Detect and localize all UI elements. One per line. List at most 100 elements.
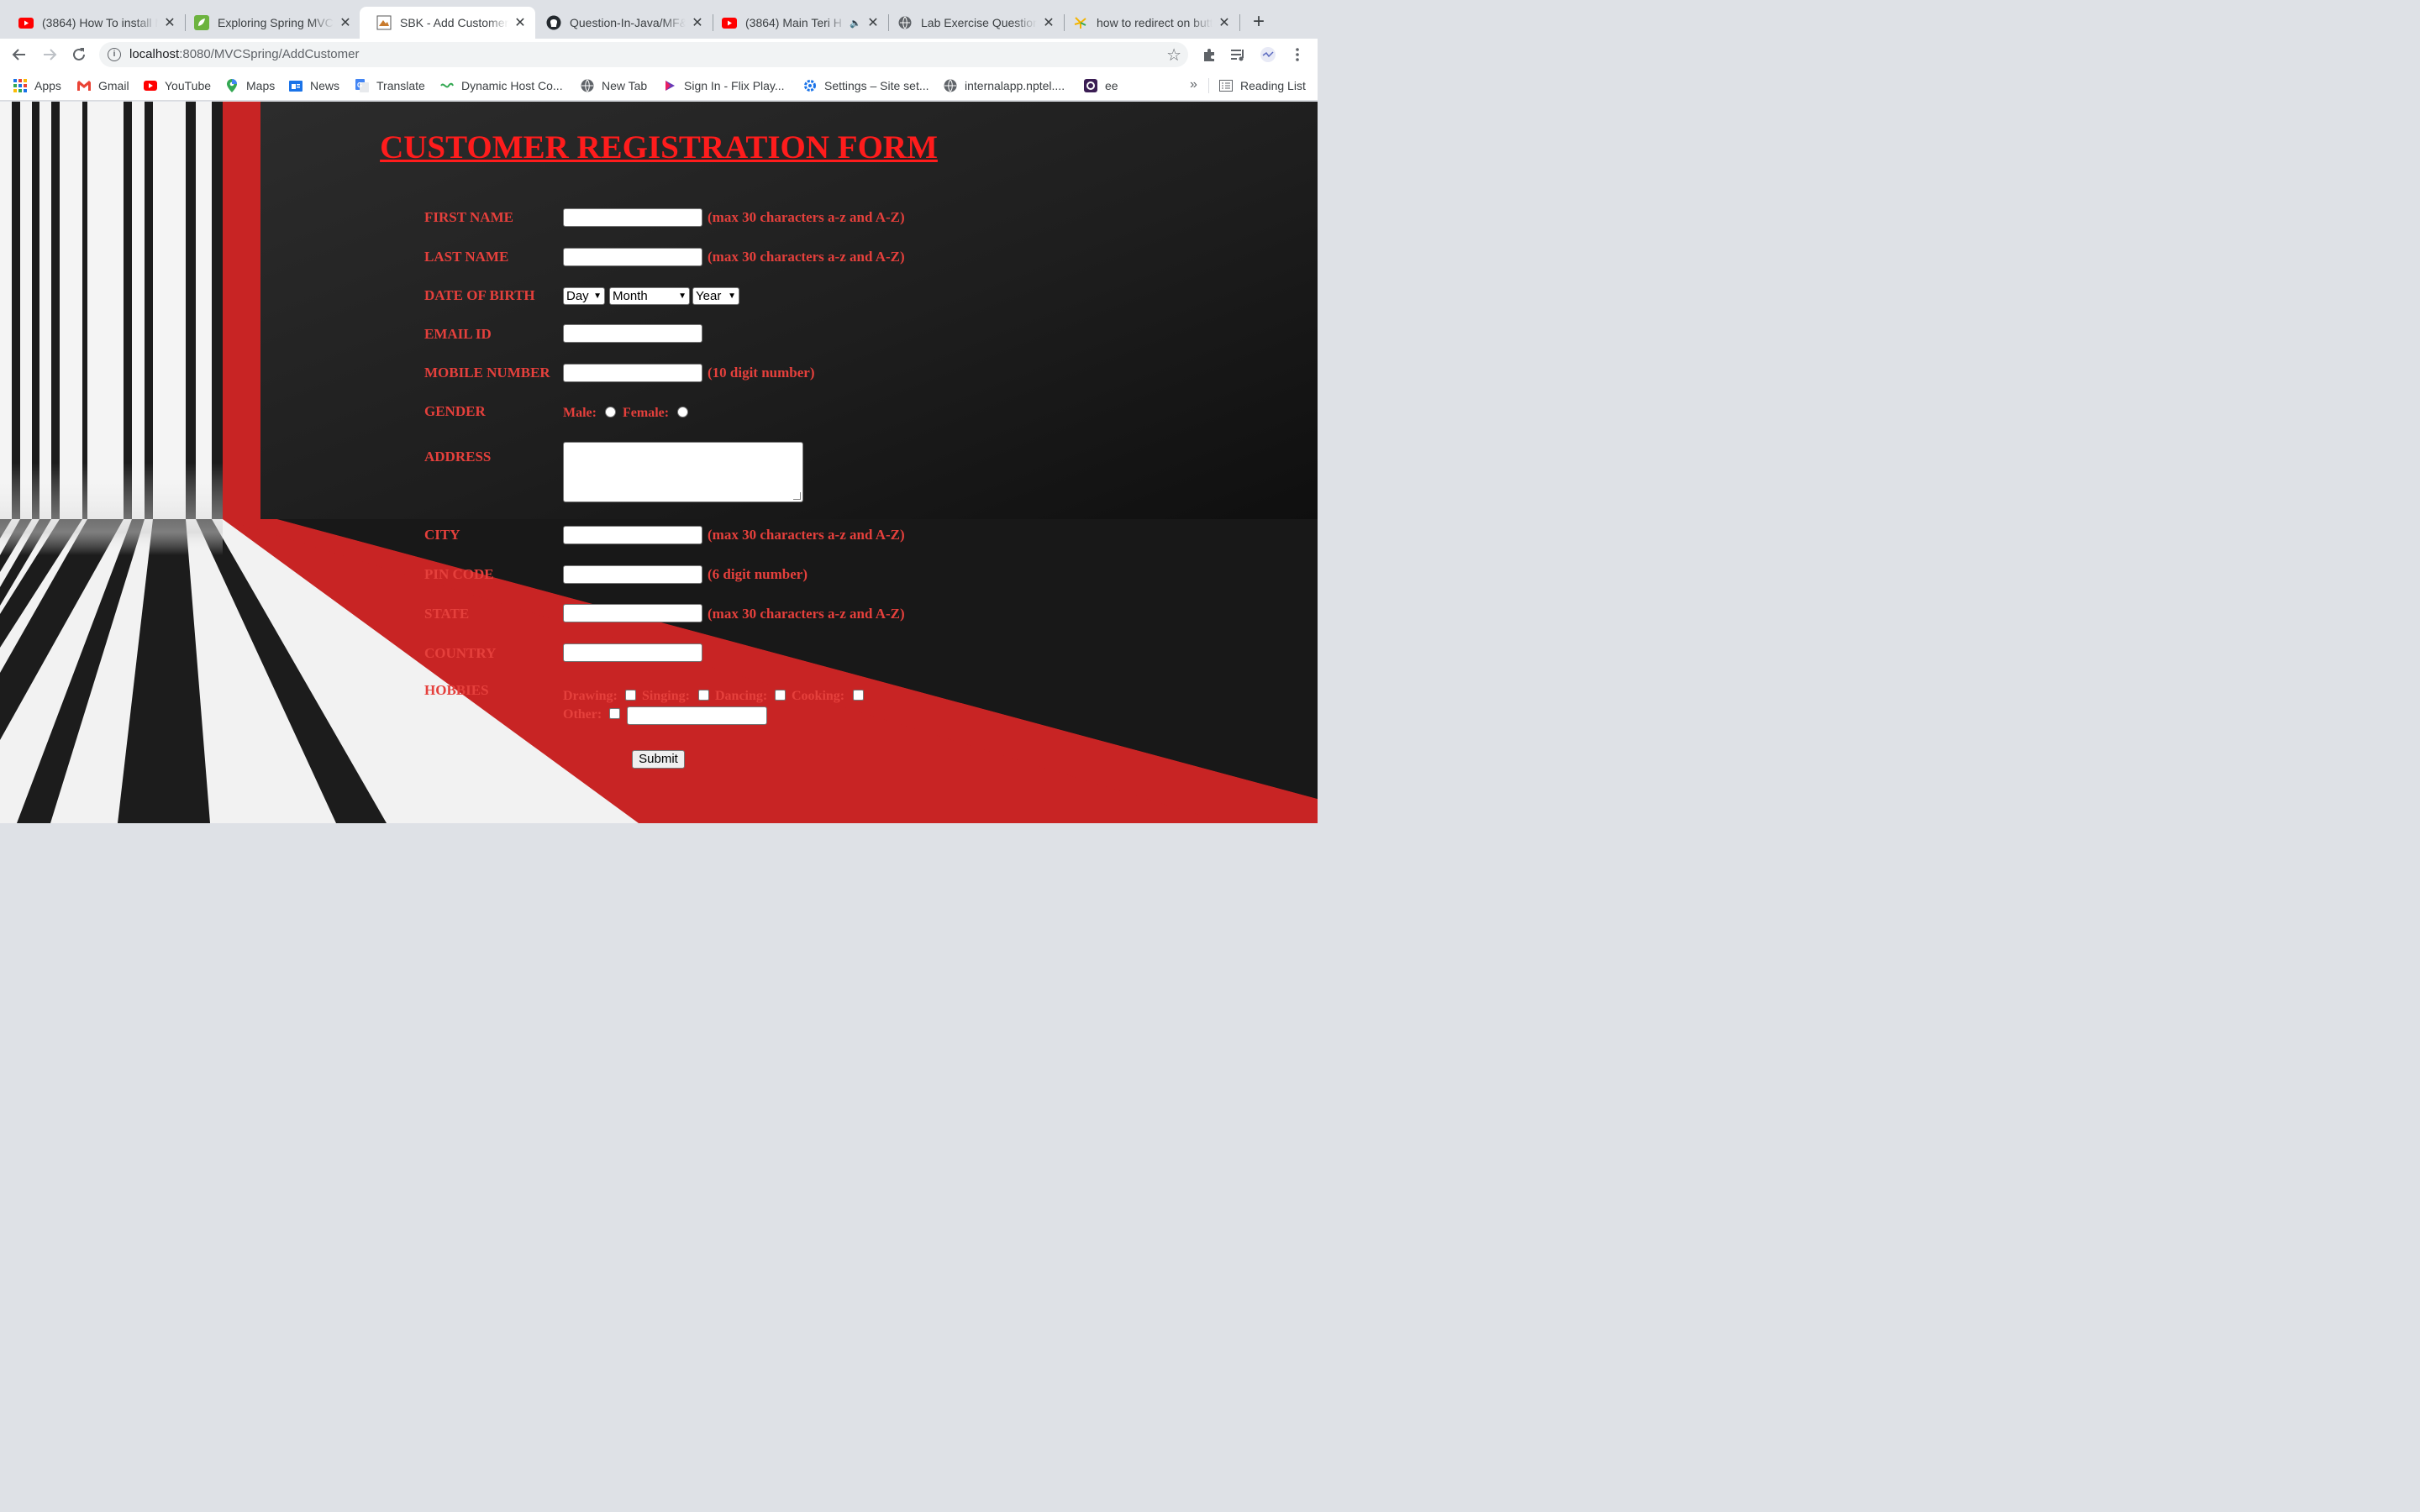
form-title: CUSTOMER REGISTRATION FORM — [380, 129, 938, 165]
site-info-icon[interactable]: i — [108, 48, 121, 61]
dob-day-select[interactable]: Day ▼ — [563, 287, 605, 305]
email-label: EMAIL ID — [424, 326, 492, 342]
forward-arrow-icon[interactable] — [40, 45, 59, 64]
gmail-icon — [77, 79, 91, 92]
bookmark-label: Settings – Site set... — [824, 79, 929, 92]
email-input[interactable] — [563, 324, 702, 343]
profile-avatar-icon[interactable] — [1260, 46, 1276, 63]
bookmark-flix-play[interactable]: Sign In - Flix Play... — [663, 78, 785, 93]
city-hint: (max 30 characters a-z and A-Z) — [708, 527, 905, 543]
bookmark-dynamic-host[interactable]: Dynamic Host Co... — [440, 78, 563, 93]
dob-year-select[interactable]: Year ▼ — [692, 287, 739, 305]
tab-youtube-install[interactable]: (3864) How To install M ✕ — [2, 7, 185, 39]
close-icon[interactable]: ✕ — [866, 14, 880, 31]
hobby-other-checkbox[interactable] — [609, 708, 620, 719]
tab-lab-exercise[interactable]: Lab Exercise Question ✕ — [881, 7, 1064, 39]
gender-male-radio[interactable] — [605, 407, 616, 417]
apps-grid-icon — [13, 79, 27, 92]
bookmark-youtube[interactable]: YouTube — [144, 78, 211, 93]
hobby-drawing-checkbox[interactable] — [625, 690, 636, 701]
bookmark-settings[interactable]: Settings – Site set... — [803, 78, 929, 93]
dynamic-host-icon — [440, 79, 454, 92]
gender-female-radio[interactable] — [677, 407, 688, 417]
first-name-label: FIRST NAME — [424, 209, 513, 225]
dob-year-value: Year — [696, 289, 722, 303]
tab-sbk-add-customer[interactable]: SBK - Add Customer ✕ — [360, 7, 535, 39]
hobby-singing-label: Singing: — [642, 689, 690, 703]
chevron-down-icon: ▼ — [728, 291, 736, 301]
extensions-puzzle-icon[interactable] — [1201, 46, 1218, 63]
close-icon[interactable]: ✕ — [339, 14, 352, 31]
menu-kebab-icon[interactable] — [1289, 46, 1306, 63]
mobile-number-input[interactable] — [563, 364, 702, 382]
speaker-icon[interactable]: 🔈 — [850, 18, 861, 29]
address-bar[interactable]: i localhost:8080/MVCSpring/AddCustomer ☆ — [99, 42, 1188, 67]
close-icon[interactable]: ✕ — [1042, 14, 1055, 31]
state-input[interactable] — [563, 604, 702, 622]
close-icon[interactable]: ✕ — [513, 14, 527, 31]
close-icon[interactable]: ✕ — [691, 14, 704, 31]
new-tab-button[interactable]: + — [1249, 12, 1269, 32]
flix-icon — [663, 79, 676, 92]
country-input[interactable] — [563, 643, 702, 662]
hobby-dancing-label: Dancing: — [715, 689, 768, 703]
last-name-label: LAST NAME — [424, 249, 509, 265]
dob-month-select[interactable]: Month ▼ — [609, 287, 690, 305]
bookmark-label: New Tab — [602, 79, 648, 92]
hobby-other-label: Other: — [563, 707, 602, 722]
address-textarea[interactable] — [563, 442, 803, 502]
spring-icon — [194, 15, 209, 30]
hobby-other-input[interactable] — [627, 706, 767, 725]
settings-gear-icon — [803, 79, 817, 92]
hobby-singing-checkbox[interactable] — [698, 690, 709, 701]
bookmark-gmail[interactable]: Gmail — [77, 78, 129, 93]
close-icon[interactable]: ✕ — [163, 14, 176, 31]
chevron-down-icon: ▼ — [678, 291, 687, 301]
tab-redirect-button[interactable]: how to redirect on butt ✕ — [1056, 7, 1239, 39]
svg-text:G: G — [357, 81, 362, 89]
youtube-icon — [144, 79, 157, 92]
bookmarks-overflow-chevron[interactable]: » — [1190, 77, 1197, 92]
bookmark-label: Maps — [246, 79, 276, 92]
bookmark-ee[interactable]: ee — [1084, 78, 1118, 93]
tab-youtube-main-teri[interactable]: (3864) Main Teri H 🔈 ✕ — [705, 7, 888, 39]
back-arrow-icon[interactable] — [10, 45, 29, 64]
stack-icon — [1073, 15, 1088, 30]
chevron-down-icon: ▼ — [593, 291, 602, 301]
state-label: STATE — [424, 606, 470, 622]
youtube-icon — [722, 15, 737, 30]
bookmark-news[interactable]: News — [289, 78, 339, 93]
url-text: localhost:8080/MVCSpring/AddCustomer — [129, 47, 359, 61]
reading-list-button[interactable]: Reading List — [1219, 78, 1306, 93]
submit-button[interactable]: Submit — [632, 750, 685, 769]
bookmark-new-tab[interactable]: New Tab — [581, 78, 647, 93]
tab-github-question[interactable]: Question-In-Java/MF& ✕ — [529, 7, 713, 39]
last-name-input[interactable] — [563, 248, 702, 266]
reload-icon[interactable] — [70, 45, 88, 64]
bookmark-label: Gmail — [98, 79, 129, 92]
resize-grip-icon[interactable] — [793, 492, 801, 500]
date-of-birth-label: DATE OF BIRTH — [424, 287, 535, 303]
first-name-hint: (max 30 characters a-z and A-Z) — [708, 209, 905, 225]
tab-title: how to redirect on butt — [1097, 16, 1213, 29]
tab-exploring-spring[interactable]: Exploring Spring MVC's ✕ — [177, 7, 360, 39]
tab-title: (3864) How To install M — [42, 16, 158, 29]
hobby-dancing-checkbox[interactable] — [775, 690, 786, 701]
bookmark-apps[interactable]: Apps — [13, 78, 61, 93]
tab-title: Lab Exercise Question — [921, 16, 1037, 29]
media-queue-icon[interactable] — [1229, 46, 1246, 63]
bookmark-translate[interactable]: G Translate — [355, 78, 425, 93]
first-name-input[interactable] — [563, 208, 702, 227]
pin-code-hint: (6 digit number) — [708, 566, 808, 582]
hobby-cooking-checkbox[interactable] — [853, 690, 864, 701]
reading-list-label: Reading List — [1240, 79, 1306, 92]
bookmark-star-icon[interactable]: ☆ — [1166, 45, 1181, 66]
bookmark-maps[interactable]: Maps — [225, 78, 275, 93]
pin-code-input[interactable] — [563, 565, 702, 584]
close-icon[interactable]: ✕ — [1218, 14, 1231, 31]
bookmark-label: Apps — [34, 79, 61, 92]
city-label: CITY — [424, 527, 460, 543]
bookmark-internalapp[interactable]: internalapp.nptel.... — [944, 78, 1065, 93]
bookmarks-divider — [1208, 78, 1209, 93]
city-input[interactable] — [563, 526, 702, 544]
